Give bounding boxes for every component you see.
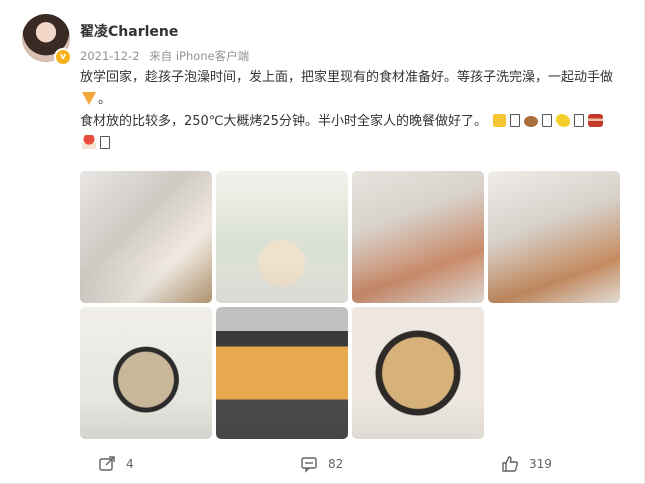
- corn-emoji-icon: [556, 114, 571, 127]
- post-text-line-2: 食材放的比较多，250℃大概烤25分钟。半小时全家人的晚餐做好了。: [80, 114, 487, 129]
- post-meta: 2021-12-2 来自 iPhone客户端: [80, 48, 249, 64]
- mushroom-emoji-icon: [82, 135, 96, 149]
- cheese-emoji-icon: [493, 114, 507, 127]
- photo-6[interactable]: [216, 307, 348, 439]
- comment-button[interactable]: 82: [300, 455, 343, 473]
- missing-glyph-icon: [542, 114, 553, 127]
- pizza-emoji-icon: [82, 92, 96, 105]
- repost-icon: [99, 456, 115, 471]
- photo-1[interactable]: [80, 171, 212, 303]
- missing-glyph-icon: [100, 136, 110, 149]
- missing-glyph-icon: [574, 114, 585, 127]
- like-count: 319: [529, 457, 552, 471]
- like-button[interactable]: 319: [501, 455, 552, 473]
- repost-button[interactable]: 4: [98, 455, 134, 473]
- like-icon: [502, 456, 518, 472]
- post-text-line-1: 放学回家，趁孩子泡澡时间，发上面，把家里现有的食材准备好。等孩子洗完澡，一起动手…: [80, 70, 614, 85]
- post-text-paragraph-3: [80, 133, 626, 155]
- post-actions: 4 82 319: [0, 443, 645, 483]
- bacon-emoji-icon: [588, 114, 604, 127]
- post-text: 放学回家，趁孩子泡澡时间，发上面，把家里现有的食材准备好。等孩子洗完澡，一起动手…: [80, 67, 626, 155]
- username[interactable]: 翟凌Charlene: [80, 21, 178, 41]
- post-source: 来自 iPhone客户端: [149, 49, 250, 63]
- photo-7[interactable]: [352, 307, 484, 439]
- post-text-paragraph-1: 放学回家，趁孩子泡澡时间，发上面，把家里现有的食材准备好。等孩子洗完澡，一起动手…: [80, 67, 626, 111]
- post-text-paragraph-2: 食材放的比较多，250℃大概烤25分钟。半小时全家人的晚餐做好了。: [80, 111, 626, 133]
- photo-4[interactable]: [488, 171, 620, 303]
- missing-glyph-icon: [510, 114, 521, 127]
- post-date[interactable]: 2021-12-2: [80, 49, 140, 63]
- comment-count: 82: [328, 457, 344, 471]
- repost-count: 4: [126, 457, 134, 471]
- photo-3[interactable]: [352, 171, 484, 303]
- post-text-period: 。: [98, 92, 112, 107]
- photo-5[interactable]: [80, 307, 212, 439]
- photo-2[interactable]: [216, 171, 348, 303]
- verified-badge-icon: v: [56, 50, 70, 64]
- comment-icon: [301, 457, 317, 473]
- potato-emoji-icon: [524, 116, 539, 127]
